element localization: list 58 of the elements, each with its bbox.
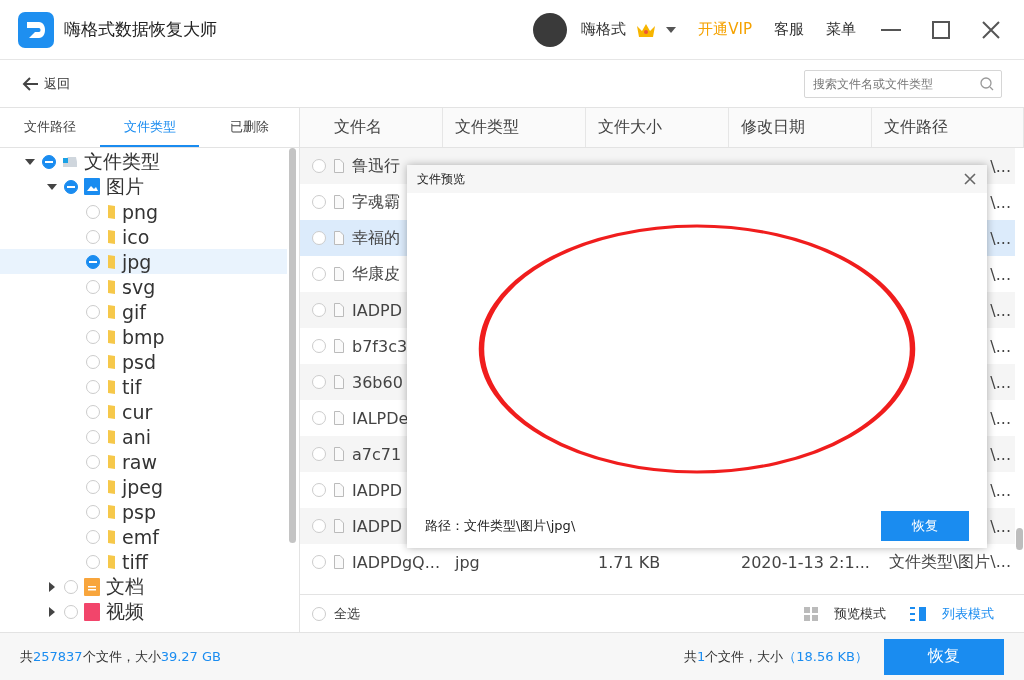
tree-label: 图片	[106, 173, 144, 199]
tree-label: psd	[122, 350, 157, 373]
column-header: 文件大小	[586, 108, 729, 147]
tree-label: tif	[122, 375, 142, 398]
tree-label: ico	[122, 225, 150, 248]
table-cell-text: \...	[990, 444, 1012, 464]
table-cell-text: 文件类型\图片\...	[888, 551, 1012, 573]
app-title: 嗨格式数据恢复大师	[64, 18, 218, 41]
file-path: 路径：文件类型\图片\jpg\	[425, 517, 576, 535]
tree-label: ani	[122, 425, 151, 448]
table-cell-text: 2020-1-13 2:1...	[740, 552, 871, 572]
table-cell-text: \...	[990, 480, 1012, 500]
table-cell-text: \...	[990, 408, 1012, 428]
tree-label: 文件类型	[84, 148, 160, 174]
tree-label: psp	[122, 500, 157, 523]
tree-label: gif	[122, 300, 147, 323]
table-cell: 36b60	[352, 372, 403, 392]
tree-label: jpg	[122, 250, 152, 273]
table-cell: IADPDgQ...	[352, 552, 440, 572]
table-cell: b7f3c3	[352, 336, 408, 356]
tree-label: 视频	[106, 598, 144, 624]
table-cell: IADPD	[352, 480, 402, 500]
tree-label: cur	[122, 400, 153, 423]
table-cell-text: jpg	[453, 552, 481, 572]
table-cell: IADPD	[352, 300, 402, 320]
total-files-text: 共257837个文件，大小39.27 GB	[20, 647, 221, 666]
table-cell-text: \...	[990, 516, 1012, 536]
table-cell: 幸福的	[352, 227, 400, 249]
column-header: 修改日期	[729, 108, 872, 147]
tree-label: raw	[122, 450, 157, 473]
table-cell-text: \...	[990, 372, 1012, 392]
tree-label: tiff	[122, 550, 148, 573]
table-cell: 字魂霸	[352, 191, 400, 213]
table-cell-text: \...	[990, 336, 1012, 356]
table-cell: IALPDe	[352, 408, 409, 428]
tree-label: png	[122, 200, 159, 223]
table-cell-text: 1.71 KB	[597, 552, 662, 572]
selected-files-text: 共1个文件，大小（18.56 KB）	[683, 647, 868, 666]
select-all-label: 全选	[334, 604, 360, 623]
dialog-title: 文件预览	[417, 170, 465, 188]
tree-label: bmp	[122, 325, 165, 348]
table-cell: a7c71	[352, 444, 402, 464]
table-cell-text: \...	[990, 264, 1012, 284]
column-header: 文件类型	[443, 108, 586, 147]
table-cell: IADPD	[352, 516, 402, 536]
column-header: 文件路径	[872, 108, 1024, 147]
tree-label: jpeg	[122, 475, 164, 498]
tree-label: 文档	[106, 573, 144, 599]
tree-label: emf	[122, 525, 159, 548]
table-cell: 鲁迅行	[352, 155, 400, 177]
table-cell-text: \...	[990, 192, 1012, 212]
table-cell-text: \...	[990, 228, 1012, 248]
column-header: 文件名	[300, 108, 443, 147]
username: 嗨格式	[581, 20, 627, 39]
tree-label: svg	[122, 275, 156, 298]
table-cell-text: \...	[990, 156, 1012, 176]
table-cell-text: \...	[990, 300, 1012, 320]
table-cell: 华康皮	[352, 263, 400, 285]
